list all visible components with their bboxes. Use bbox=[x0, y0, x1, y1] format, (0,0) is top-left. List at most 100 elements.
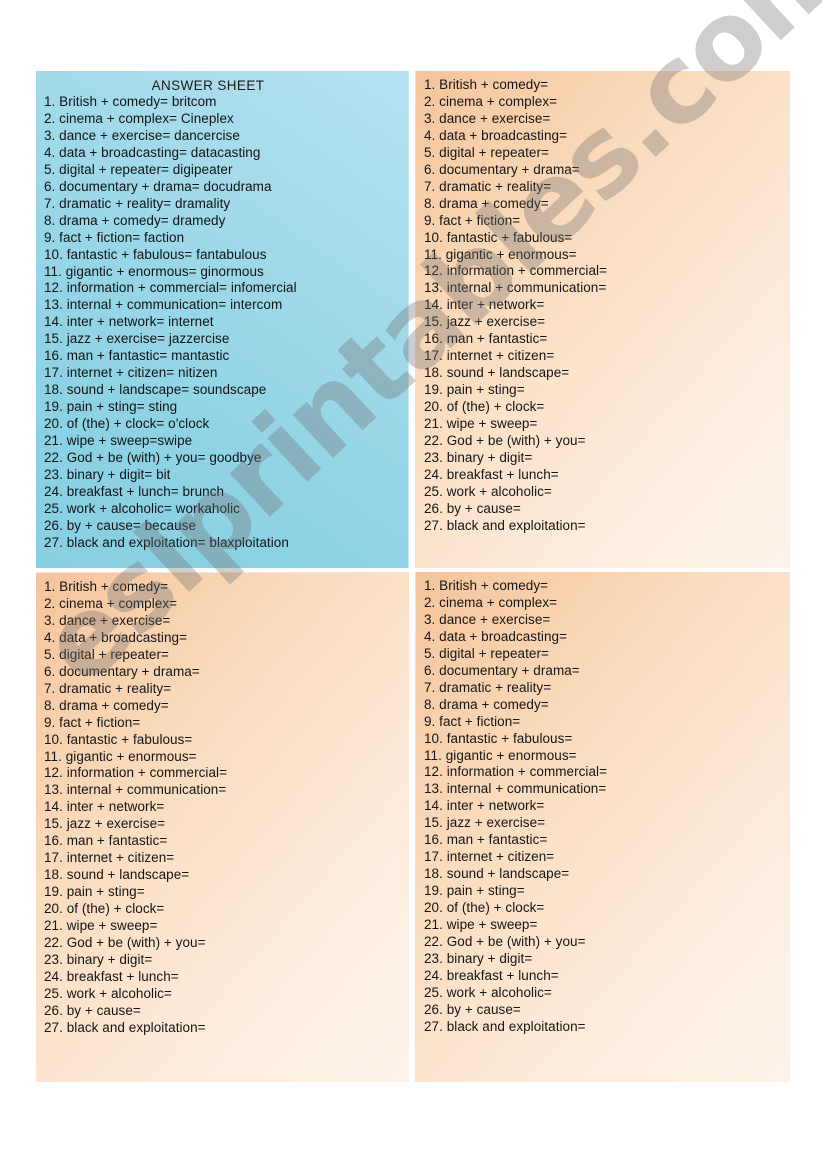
worksheet-item: 19. pain + sting= bbox=[424, 883, 525, 899]
worksheet-item: 16. man + fantastic= bbox=[424, 832, 548, 848]
worksheet-item: 27. black and exploitation= bbox=[44, 1019, 206, 1035]
worksheet-item: 26. by + cause= because bbox=[44, 517, 197, 533]
worksheet-item: 21. wipe + sweep= bbox=[424, 416, 538, 432]
answer-key-list: 1. British + comedy= britcom 2. cinema + … bbox=[44, 94, 408, 552]
worksheet-item: 3. dance + exercise= bbox=[44, 612, 171, 628]
worksheet-item: 9. fact + fiction= bbox=[424, 713, 521, 729]
worksheet-item: 14. inter + network= internet bbox=[44, 314, 214, 330]
worksheet-item: 8. drama + comedy= bbox=[424, 195, 549, 211]
worksheet-item: 9. fact + fiction= bbox=[44, 714, 141, 730]
worksheet-item: 13. internal + communication= bbox=[44, 782, 227, 798]
worksheet-item: 22. God + be (with) + you= bbox=[424, 934, 586, 950]
worksheet-item: 19. pain + sting= sting bbox=[44, 399, 178, 415]
worksheet-item: 1. British + comedy= britcom bbox=[44, 94, 217, 109]
worksheet-item: 18. sound + landscape= bbox=[424, 866, 570, 882]
worksheet-item: 7. dramatic + reality= bbox=[424, 679, 552, 695]
worksheet-item: 25. work + alcoholic= bbox=[424, 984, 552, 1000]
worksheet-item: 6. documentary + drama= bbox=[424, 662, 580, 678]
worksheet-item: 3. dance + exercise= dancercise bbox=[44, 127, 240, 143]
worksheet-item: 6. documentary + drama= docudrama bbox=[44, 178, 272, 194]
worksheet-item: 18. sound + landscape= bbox=[44, 867, 190, 883]
worksheet-item: 15. jazz + exercise= bbox=[44, 816, 166, 832]
worksheet-item: 27. black and exploitation= bbox=[424, 517, 586, 533]
worksheet-item: 23. binary + digit= bbox=[424, 950, 533, 966]
worksheet-item: 11. gigantic + enormous= ginormous bbox=[44, 263, 264, 279]
worksheet-item: 18. sound + landscape= bbox=[424, 365, 570, 381]
worksheet-item: 7. dramatic + reality= bbox=[44, 680, 172, 696]
worksheet-item: 26. by + cause= bbox=[424, 500, 521, 516]
worksheet-item: 1. British + comedy= bbox=[424, 578, 549, 593]
blank-worksheet-list: 1. British + comedy= 2. cinema + complex=… bbox=[424, 77, 790, 535]
worksheet-item: 24. breakfast + lunch= bbox=[424, 466, 559, 482]
worksheet-item: 3. dance + exercise= bbox=[424, 110, 551, 126]
worksheet-item: 27. black and exploitation= blaxploitati… bbox=[44, 534, 289, 550]
worksheet-item: 26. by + cause= bbox=[44, 1002, 141, 1018]
worksheet-item: 8. drama + comedy= bbox=[424, 696, 549, 712]
worksheet-item: 25. work + alcoholic= workaholic bbox=[44, 500, 240, 516]
worksheet-item: 10. fantastic + fabulous= fantabulous bbox=[44, 246, 267, 262]
blank-worksheet-list: 1. British + comedy= 2. cinema + complex=… bbox=[424, 578, 790, 1036]
worksheet-item: 11. gigantic + enormous= bbox=[44, 748, 197, 764]
worksheet-item: 27. black and exploitation= bbox=[424, 1018, 586, 1034]
worksheet-item: 17. internet + citizen= bbox=[424, 348, 555, 364]
worksheet-item: 8. drama + comedy= dramedy bbox=[44, 212, 226, 228]
worksheet-item: 17. internet + citizen= nitizen bbox=[44, 365, 218, 381]
blank-worksheet-panel-bottom-left: 1. British + comedy= 2. cinema + complex=… bbox=[36, 572, 409, 1082]
worksheet-item: 17. internet + citizen= bbox=[424, 849, 555, 865]
worksheet-item: 18. sound + landscape= soundscape bbox=[44, 382, 267, 398]
worksheet-item: 24. breakfast + lunch= bbox=[424, 967, 559, 983]
worksheet-item: 5. digital + repeater= bbox=[424, 144, 549, 160]
worksheet-item: 12. information + commercial= bbox=[424, 263, 608, 279]
worksheet-item: 12. information + commercial= bbox=[424, 764, 608, 780]
worksheet-item: 14. inter + network= bbox=[424, 297, 545, 313]
worksheet-item: 16. man + fantastic= mantastic bbox=[44, 348, 230, 364]
worksheet-item: 21. wipe + sweep=swipe bbox=[44, 433, 193, 449]
worksheet-item: 13. internal + communication= bbox=[424, 781, 607, 797]
worksheet-item: 4. data + broadcasting= bbox=[44, 629, 188, 645]
worksheet-item: 20. of (the) + clock= bbox=[424, 399, 545, 415]
worksheet-item: 11. gigantic + enormous= bbox=[424, 747, 577, 763]
worksheet-item: 22. God + be (with) + you= bbox=[44, 935, 206, 951]
worksheet-item: 26. by + cause= bbox=[424, 1001, 521, 1017]
worksheet-item: 21. wipe + sweep= bbox=[44, 918, 158, 934]
blank-worksheet-list: 1. British + comedy= 2. cinema + complex=… bbox=[44, 579, 409, 1037]
worksheet-item: 24. breakfast + lunch= brunch bbox=[44, 483, 225, 499]
worksheet-panel-grid: ANSWER SHEET 1. British + comedy= britco… bbox=[36, 71, 790, 1082]
worksheet-item: 23. binary + digit= bit bbox=[44, 466, 171, 482]
worksheet-item: 20. of (the) + clock= bbox=[44, 901, 165, 917]
answer-sheet-title: ANSWER SHEET bbox=[151, 78, 265, 93]
worksheet-item: 15. jazz + exercise= bbox=[424, 314, 546, 330]
worksheet-item: 10. fantastic + fabulous= bbox=[424, 229, 573, 245]
worksheet-item: 20. of (the) + clock= bbox=[424, 900, 545, 916]
worksheet-item: 10. fantastic + fabulous= bbox=[44, 731, 193, 747]
worksheet-item: 4. data + broadcasting= bbox=[424, 127, 568, 143]
worksheet-item: 6. documentary + drama= bbox=[424, 161, 580, 177]
blank-worksheet-panel-top-right: 1. British + comedy= 2. cinema + complex=… bbox=[415, 71, 790, 568]
worksheet-item: 13. internal + communication= bbox=[424, 280, 607, 296]
worksheet-item: 8. drama + comedy= bbox=[44, 697, 169, 713]
worksheet-item: 12. information + commercial= infomercia… bbox=[44, 280, 297, 296]
worksheet-item: 16. man + fantastic= bbox=[424, 331, 548, 347]
blank-worksheet-panel-bottom-right: 1. British + comedy= 2. cinema + complex=… bbox=[415, 572, 790, 1082]
worksheet-page: ANSWER SHEET 1. British + comedy= britco… bbox=[0, 0, 826, 1169]
worksheet-item: 9. fact + fiction= bbox=[424, 212, 521, 228]
worksheet-item: 15. jazz + exercise= jazzercise bbox=[44, 331, 230, 347]
worksheet-item: 15. jazz + exercise= bbox=[424, 815, 546, 831]
worksheet-item: 23. binary + digit= bbox=[44, 951, 153, 967]
worksheet-item: 1. British + comedy= bbox=[44, 579, 169, 594]
worksheet-item: 14. inter + network= bbox=[424, 798, 545, 814]
worksheet-item: 3. dance + exercise= bbox=[424, 611, 551, 627]
worksheet-item: 13. internal + communication= intercom bbox=[44, 297, 283, 313]
worksheet-item: 10. fantastic + fabulous= bbox=[424, 730, 573, 746]
worksheet-item: 17. internet + citizen= bbox=[44, 850, 175, 866]
worksheet-item: 14. inter + network= bbox=[44, 799, 165, 815]
worksheet-item: 7. dramatic + reality= dramality bbox=[44, 195, 231, 211]
worksheet-item: 25. work + alcoholic= bbox=[44, 985, 172, 1001]
worksheet-item: 2. cinema + complex= Cineplex bbox=[44, 110, 234, 126]
worksheet-item: 25. work + alcoholic= bbox=[424, 483, 552, 499]
answer-key-panel: ANSWER SHEET 1. British + comedy= britco… bbox=[36, 71, 409, 568]
worksheet-item: 6. documentary + drama= bbox=[44, 663, 200, 679]
worksheet-item: 22. God + be (with) + you= bbox=[424, 433, 586, 449]
worksheet-item: 5. digital + repeater= bbox=[44, 646, 169, 662]
worksheet-item: 5. digital + repeater= bbox=[424, 645, 549, 661]
